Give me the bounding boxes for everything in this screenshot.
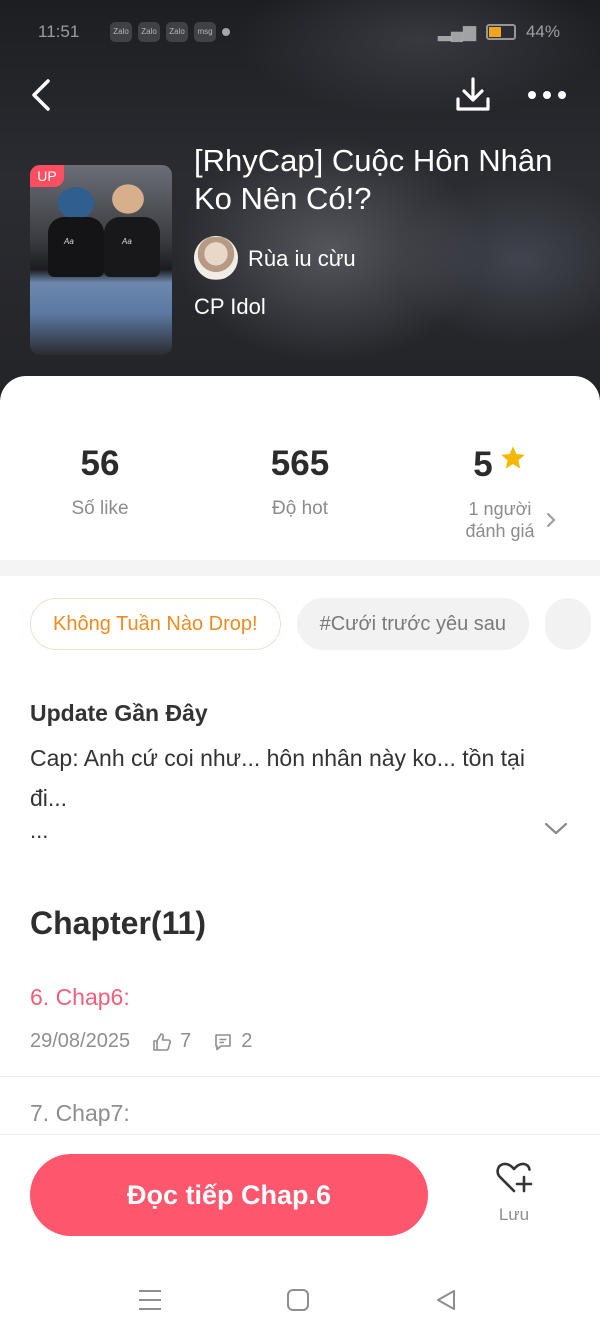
comment-icon: [213, 1032, 233, 1052]
battery-icon: [485, 24, 516, 40]
chevron-right-icon[interactable]: [546, 512, 556, 528]
likes-count: 56: [80, 444, 120, 483]
update-title: Update Gần Đây: [30, 700, 208, 726]
chevron-down-icon[interactable]: [544, 822, 568, 836]
chapter-meta: 29/08/2025 7 2: [30, 1030, 252, 1053]
chapter-title[interactable]: 6. Chap6:: [30, 984, 130, 1011]
more-icon: [528, 91, 566, 99]
thumbs-up-icon: [152, 1032, 172, 1052]
tag-chip[interactable]: #Cưới trước yêu sau: [296, 598, 529, 650]
likes-label: Số like: [71, 498, 129, 519]
section-divider: [0, 560, 600, 576]
chapter-comments: 2: [241, 1030, 253, 1052]
tag-chip[interactable]: Không Tuần Nào Drop!: [30, 598, 281, 650]
messenger-icon: msg: [194, 22, 216, 42]
story-genre[interactable]: CP Idol: [194, 294, 266, 320]
back-button[interactable]: [18, 72, 64, 118]
update-badge: UP: [30, 165, 64, 187]
author-avatar[interactable]: [194, 236, 238, 280]
status-app-icons: Zalo Zalo Zalo msg: [110, 22, 230, 42]
stat-likes: 56 Số like: [0, 444, 200, 520]
stat-hot: 565 Độ hot: [200, 444, 400, 520]
status-time: 11:51: [38, 22, 80, 41]
hot-label: Độ hot: [272, 498, 328, 519]
back-triangle-icon: [437, 1290, 455, 1310]
hot-count: 565: [270, 444, 330, 483]
tag-list: Không Tuần Nào Drop! #Cưới trước yêu sau: [30, 598, 591, 650]
status-right: ▂▄▆ 44%: [438, 22, 560, 42]
signal-icon: ▂▄▆: [437, 22, 476, 41]
author-name[interactable]: Rùa iu cừu: [248, 246, 356, 272]
system-navigation-bar: [0, 1264, 600, 1337]
rating-count-label[interactable]: 1 người đánh giá: [440, 498, 560, 542]
row-divider: [0, 1076, 600, 1077]
story-title: [RhyCap] Cuộc Hôn Nhân Ko Nên Có!?: [194, 143, 553, 216]
zalo-icon: Zalo: [138, 22, 160, 42]
update-text: Cap: Anh cứ coi như... hôn nhân này ko..…: [30, 745, 525, 811]
zalo-icon: Zalo: [110, 22, 132, 42]
download-icon: [456, 77, 490, 111]
chapter-date: 29/08/2025: [30, 1030, 131, 1052]
chapter-likes: 7: [180, 1030, 192, 1052]
system-back-button[interactable]: [426, 1282, 466, 1318]
home-icon: [287, 1289, 309, 1311]
zalo-icon: Zalo: [166, 22, 188, 42]
save-label: Lưu: [498, 1205, 530, 1224]
heart-plus-icon: [496, 1162, 533, 1193]
update-ellipsis: ...: [30, 818, 49, 843]
story-cover-image[interactable]: Aa Aa: [30, 165, 172, 355]
continue-reading-button[interactable]: Đọc tiếp Chap.6: [30, 1154, 428, 1236]
cover-figure: Aa: [48, 217, 104, 277]
battery-level: 44%: [525, 22, 560, 41]
recent-apps-button[interactable]: [130, 1282, 170, 1318]
notification-dot-icon: [222, 28, 230, 36]
more-options-button[interactable]: [524, 72, 570, 118]
rating-value: 5: [473, 445, 493, 484]
home-button[interactable]: [278, 1282, 318, 1318]
menu-icon: [139, 1290, 161, 1310]
stat-rating[interactable]: 5: [400, 444, 600, 485]
download-button[interactable]: [450, 72, 496, 118]
cover-figure: Aa: [104, 217, 160, 277]
chapter-title[interactable]: 7. Chap7:: [30, 1100, 130, 1127]
tag-chip-more[interactable]: [545, 598, 591, 650]
chapter-heading: Chapter(11): [30, 905, 207, 941]
status-bar: 11:51 Zalo Zalo Zalo msg ▂▄▆ 44%: [0, 20, 600, 48]
story-header: 11:51 Zalo Zalo Zalo msg ▂▄▆ 44% Aa Aa U…: [0, 0, 600, 400]
back-icon: [32, 79, 50, 111]
star-icon: [501, 446, 525, 469]
save-button[interactable]: Lưu: [478, 1160, 550, 1225]
